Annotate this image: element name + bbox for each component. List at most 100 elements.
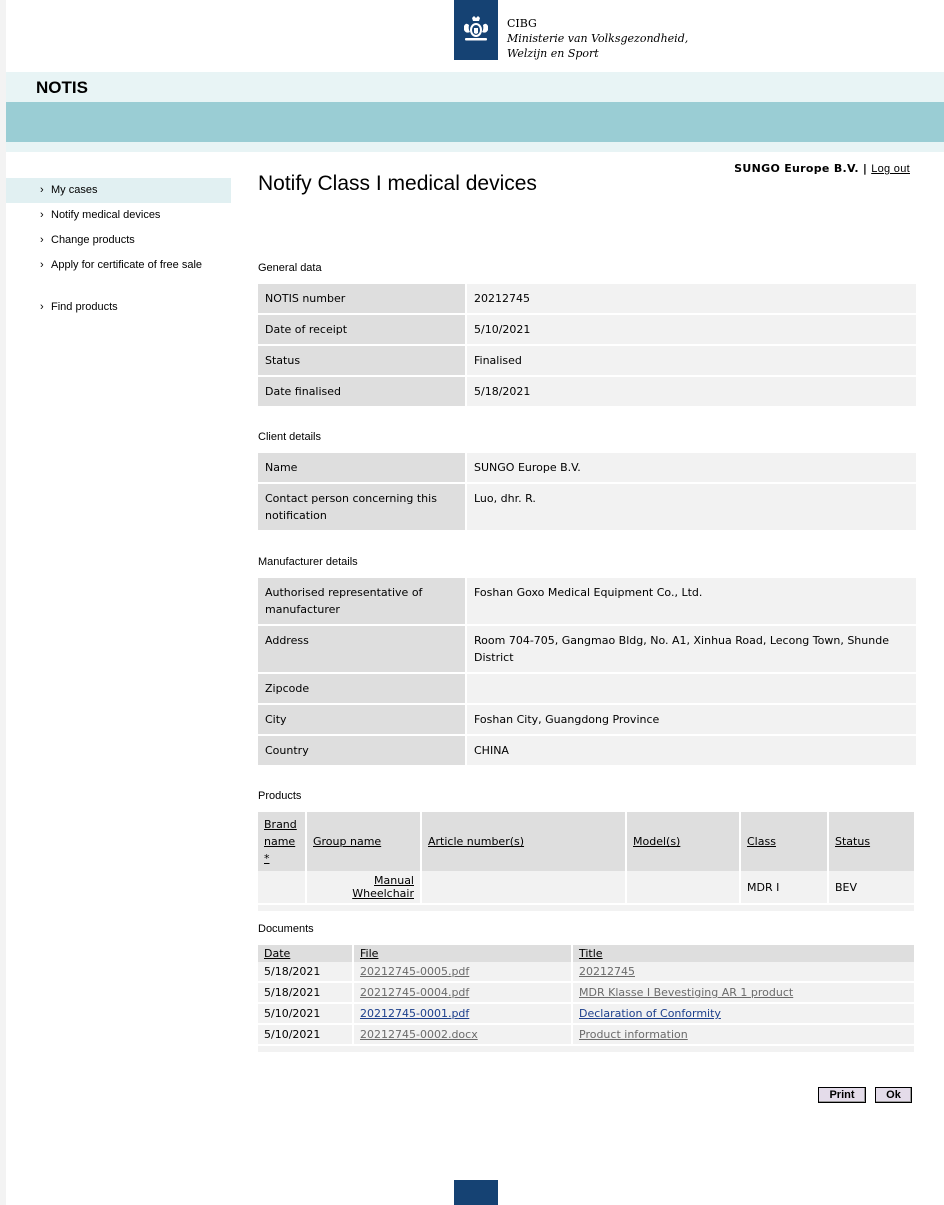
field-label: City xyxy=(258,705,467,734)
document-file-link[interactable]: 20212745-0004.pdf xyxy=(360,986,469,999)
field-label: Address xyxy=(258,626,467,672)
cell-status: BEV xyxy=(828,871,916,905)
cell-group: Manual Wheelchair xyxy=(306,871,422,905)
document-title-link[interactable]: Product information xyxy=(579,1028,688,1041)
column-header-model[interactable]: Model(s) xyxy=(626,812,741,871)
table-row: 5/10/2021 20212745-0001.pdf Declaration … xyxy=(258,1003,916,1025)
cell-model xyxy=(626,871,741,905)
cell-file: 20212745-0001.pdf xyxy=(353,1003,573,1025)
field-value xyxy=(467,674,916,703)
field-value: 5/18/2021 xyxy=(467,377,916,406)
sidebar-item-find-products[interactable]: › Find products xyxy=(6,295,231,320)
cell-file: 20212745-0004.pdf xyxy=(353,982,573,1004)
cell-date: 5/10/2021 xyxy=(258,1003,354,1025)
government-logo xyxy=(454,0,498,60)
logout-link[interactable]: Log out xyxy=(871,163,910,175)
user-separator: | xyxy=(862,162,868,175)
section-title-manufacturer: Manufacturer details xyxy=(258,556,358,568)
field-value: 5/10/2021 xyxy=(467,315,916,344)
table-row: 5/18/2021 20212745-0004.pdf MDR Klasse I… xyxy=(258,982,916,1004)
column-header-article[interactable]: Article number(s) xyxy=(421,812,627,871)
organisation-name: CIBG Ministerie van Volksgezondheid, Wel… xyxy=(507,16,688,61)
app-name: NOTIS xyxy=(36,78,88,97)
column-header-file[interactable]: File xyxy=(353,945,573,962)
table-row: Name SUNGO Europe B.V. xyxy=(258,453,916,482)
sidebar-item-label: Apply for certificate of free sale xyxy=(51,259,203,271)
cell-date: 5/18/2021 xyxy=(258,962,354,983)
field-label: Date finalised xyxy=(258,377,467,406)
chevron-right-icon: › xyxy=(40,259,44,271)
document-title-link[interactable]: Declaration of Conformity xyxy=(579,1007,721,1020)
section-title-products: Products xyxy=(258,790,302,802)
table-row: Date of receipt 5/10/2021 xyxy=(258,315,916,344)
sidebar-item-label: Change products xyxy=(51,234,135,246)
sidebar-item-label: My cases xyxy=(51,184,98,196)
documents-table: Date File Title 5/18/2021 20212745-0005.… xyxy=(258,945,916,1054)
general-data-table: NOTIS number 20212745 Date of receipt 5/10… xyxy=(258,282,916,408)
user-info: SUNGO Europe B.V. | Log out xyxy=(734,162,910,175)
document-title-link[interactable]: 20212745 xyxy=(579,965,635,978)
column-header-title[interactable]: Title xyxy=(572,945,916,962)
cell-file: 20212745-0005.pdf xyxy=(353,962,573,983)
document-title-link[interactable]: MDR Klasse I Bevestiging AR 1 product xyxy=(579,986,793,999)
field-label: Authorised representative of manufacture… xyxy=(258,578,467,624)
app-header-band: NOTIS xyxy=(6,72,944,102)
cell-title: Declaration of Conformity xyxy=(572,1003,916,1025)
section-title-documents: Documents xyxy=(258,923,314,935)
cell-date: 5/10/2021 xyxy=(258,1024,354,1046)
field-value: Finalised xyxy=(467,346,916,375)
column-header-class[interactable]: Class xyxy=(740,812,829,871)
manufacturer-details-table: Authorised representative of manufacture… xyxy=(258,576,916,767)
sidebar-nav: › My cases › Notify medical devices › Chang… xyxy=(6,178,231,320)
column-header-group[interactable]: Group name xyxy=(306,812,422,871)
field-value: 20212745 xyxy=(467,284,916,313)
document-file-link[interactable]: 20212745-0002.docx xyxy=(360,1028,478,1041)
field-value: Foshan Goxo Medical Equipment Co., Ltd. xyxy=(467,578,916,624)
products-table: Brand name * Group name Article number(s… xyxy=(258,812,916,913)
cell-article xyxy=(421,871,627,905)
field-label: Contact person concerning this notificat… xyxy=(258,484,467,530)
table-footer xyxy=(258,904,916,913)
org-line-1: CIBG xyxy=(507,17,537,30)
field-label: Zipcode xyxy=(258,674,467,703)
sidebar-item-notify-medical-devices[interactable]: › Notify medical devices xyxy=(6,203,231,228)
table-header-row: Date File Title xyxy=(258,945,916,962)
field-label: Name xyxy=(258,453,467,482)
chevron-right-icon: › xyxy=(40,184,44,196)
table-row: Zipcode xyxy=(258,674,916,703)
table-header-row: Brand name * Group name Article number(s… xyxy=(258,812,916,871)
column-header-status[interactable]: Status xyxy=(828,812,916,871)
table-row: NOTIS number 20212745 xyxy=(258,284,916,313)
table-row: Authorised representative of manufacture… xyxy=(258,578,916,624)
document-file-link[interactable]: 20212745-0005.pdf xyxy=(360,965,469,978)
column-header-date[interactable]: Date xyxy=(258,945,354,962)
product-group-link[interactable]: Manual Wheelchair xyxy=(352,874,414,900)
header-color-band xyxy=(6,102,944,142)
org-line-3: Welzijn en Sport xyxy=(507,47,599,60)
sidebar-item-change-products[interactable]: › Change products xyxy=(6,228,231,253)
ok-button[interactable]: Ok xyxy=(875,1087,912,1103)
table-row: 5/10/2021 20212745-0002.docx Product inf… xyxy=(258,1024,916,1046)
field-label: Date of receipt xyxy=(258,315,467,344)
document-file-link[interactable]: 20212745-0001.pdf xyxy=(360,1007,469,1020)
cell-title: Product information xyxy=(572,1024,916,1046)
sidebar-item-my-cases[interactable]: › My cases xyxy=(6,178,231,203)
sidebar-item-certificate-free-sale[interactable]: › Apply for certificate of free sale xyxy=(6,253,231,278)
print-button[interactable]: Print xyxy=(818,1087,866,1103)
field-label: Status xyxy=(258,346,467,375)
table-footer xyxy=(258,1045,916,1054)
section-title-client: Client details xyxy=(258,431,321,443)
table-row: 5/18/2021 20212745-0005.pdf 20212745 xyxy=(258,962,916,983)
footer-logo-block xyxy=(454,1180,498,1205)
chevron-right-icon: › xyxy=(40,209,44,221)
column-header-brand[interactable]: Brand name * xyxy=(258,812,307,871)
field-value: Luo, dhr. R. xyxy=(467,484,916,530)
cell-title: 20212745 xyxy=(572,962,916,983)
user-company: SUNGO Europe B.V. xyxy=(734,162,859,175)
table-row: Contact person concerning this notificat… xyxy=(258,484,916,530)
coat-of-arms-icon xyxy=(464,16,488,41)
field-value: Room 704-705, Gangmao Bldg, No. A1, Xinh… xyxy=(467,626,916,672)
cell-class: MDR I xyxy=(740,871,829,905)
table-row: Country CHINA xyxy=(258,736,916,765)
